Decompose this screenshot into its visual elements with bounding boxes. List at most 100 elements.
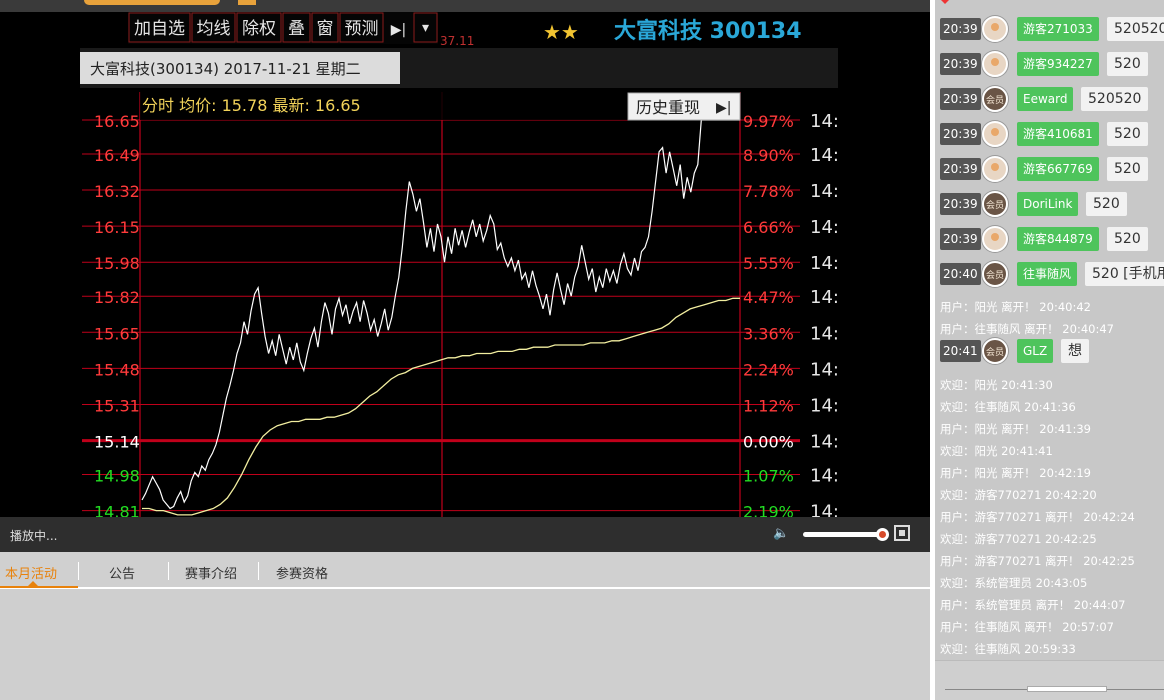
top-bar <box>0 0 930 12</box>
message-bubble: 520520 <box>1107 17 1164 41</box>
message-time: 20:39 <box>940 88 981 110</box>
time-axis-tick: 14: <box>810 432 839 453</box>
caret-icon <box>941 0 949 4</box>
dropdown-icon[interactable]: ▾ <box>422 20 429 36</box>
username-badge[interactable]: 往事随风 <box>1017 262 1078 286</box>
system-message: 用户：往事随风 离开！ 20:40:47 <box>940 322 1114 336</box>
forward-icon[interactable]: ▶| <box>391 22 406 38</box>
volume-icon[interactable]: 🔈 <box>773 526 793 544</box>
player-controls: 播放中... 🔈 <box>0 517 930 552</box>
playback-status: 播放中... <box>10 529 58 543</box>
system-message: 欢迎：往事随风 20:59:33 <box>940 642 1076 656</box>
system-message: 欢迎：阳光 20:41:30 <box>940 378 1053 392</box>
system-message: 欢迎：系统管理员 20:43:05 <box>940 576 1088 590</box>
left-axis-tick: 15.82 <box>94 288 140 307</box>
right-axis-tick: 2.19% <box>743 503 794 517</box>
left-axis-tick: 15.48 <box>94 360 140 379</box>
left-axis-tick: 15.14 <box>94 433 140 452</box>
chart-header-label: 分时 均价: 15.78 最新: 16.65 <box>142 96 361 115</box>
left-axis-tick: 16.15 <box>94 218 140 237</box>
tab-monthly-activity[interactable]: 本月活动 <box>5 563 57 582</box>
message-bubble: 520 <box>1107 157 1148 181</box>
tab-divider <box>78 562 79 580</box>
toolbar-button-1[interactable]: 均线 <box>197 19 231 39</box>
toolbar-button-4[interactable]: 窗 <box>317 19 334 39</box>
member-avatar-icon[interactable]: 会员 <box>982 338 1008 364</box>
tab-divider <box>168 562 169 580</box>
message-bubble: 520 <box>1107 227 1148 251</box>
replay-icon[interactable]: ▶| <box>716 100 731 116</box>
toolbar-button-3[interactable]: 叠 <box>288 19 305 39</box>
right-axis-tick: 0.00% <box>743 433 794 452</box>
member-avatar-icon[interactable]: 会员 <box>982 191 1008 217</box>
left-axis-tick: 14.98 <box>94 467 140 486</box>
system-message: 用户：系统管理员 离开！ 20:44:07 <box>940 598 1126 612</box>
guest-avatar-icon[interactable] <box>982 156 1008 182</box>
message-time: 20:39 <box>940 123 981 145</box>
message-time: 20:39 <box>940 228 981 250</box>
tab-event-intro[interactable]: 赛事介绍 <box>185 563 237 582</box>
message-bubble: 想 <box>1061 339 1089 363</box>
chart-lines <box>141 119 740 516</box>
system-message: 用户：阳光 离开！ 20:40:42 <box>940 300 1091 314</box>
username-badge[interactable]: 游客934227 <box>1017 52 1099 76</box>
message-time: 20:39 <box>940 18 981 40</box>
member-badge: 会员 <box>985 271 1004 281</box>
replay-button-label[interactable]: 历史重现 <box>636 98 700 117</box>
guest-avatar-icon[interactable] <box>982 51 1008 77</box>
username-badge[interactable]: DoriLink <box>1017 192 1079 216</box>
partial-number: 37.11 <box>440 34 474 48</box>
chart-header: 分时 均价: 15.78 最新: 16.65 历史重现 ▶| <box>140 92 741 121</box>
username-badge[interactable]: 游客844879 <box>1017 227 1099 251</box>
chat-footer-button[interactable] <box>1027 686 1107 692</box>
system-message: 用户：阳光 离开！ 20:41:39 <box>940 422 1091 436</box>
active-tab-indicator <box>0 581 78 588</box>
username-badge[interactable]: GLZ <box>1017 339 1054 363</box>
toolbar-button-2[interactable]: 除权 <box>242 19 276 39</box>
left-axis-tick: 16.32 <box>94 182 140 201</box>
time-axis-tick: 14: <box>810 217 839 238</box>
average-line <box>142 297 740 516</box>
message-time: 20:41 <box>940 340 981 362</box>
message-bubble: 520 <box>1086 192 1127 216</box>
system-message: 用户：往事随风 离开！ 20:57:07 <box>940 620 1114 634</box>
right-axis-tick: 3.36% <box>743 324 794 343</box>
chart-grid <box>82 92 800 517</box>
live-stream-page: 加自选 均线 除权叠窗预测 ▶| ▾ 37.11 ★★ 大富科技 300134 大富科技(30… <box>0 0 1164 700</box>
username-badge[interactable]: Eeward <box>1017 87 1074 111</box>
volume-slider[interactable] <box>803 532 883 537</box>
right-axis-tick: 1.12% <box>743 396 794 415</box>
time-axis-tick: 14: <box>810 395 839 416</box>
right-axis-tick: 4.47% <box>743 288 794 307</box>
guest-avatar-icon[interactable] <box>982 16 1008 42</box>
toolbar-button-5[interactable]: 预测 <box>345 19 379 39</box>
member-avatar-icon[interactable]: 会员 <box>982 86 1008 112</box>
tab-announcement[interactable]: 公告 <box>109 563 135 582</box>
left-axis-tick: 16.49 <box>94 146 140 165</box>
fullscreen-icon[interactable] <box>894 525 910 541</box>
member-avatar-icon[interactable]: 会员 <box>982 261 1008 287</box>
username-badge[interactable]: 游客410681 <box>1017 122 1099 146</box>
volume-slider-knob[interactable] <box>876 528 889 541</box>
message-time: 20:39 <box>940 158 981 180</box>
member-badge: 会员 <box>985 201 1004 211</box>
username-badge[interactable]: 游客271033 <box>1017 17 1099 41</box>
chart-info-bar: 大富科技(300134) 2017-11-21 星期二 <box>80 48 838 88</box>
system-message: 欢迎：游客770271 20:42:25 <box>940 532 1097 546</box>
message-time: 20:40 <box>940 263 981 285</box>
guest-avatar-icon[interactable] <box>982 226 1008 252</box>
time-axis-tick: 14: <box>810 323 839 344</box>
tab-eligibility[interactable]: 参赛资格 <box>276 563 328 582</box>
tab-divider <box>258 562 259 580</box>
system-message: 用户：阳光 离开！ 20:42:19 <box>940 466 1091 480</box>
username-badge[interactable]: 游客667769 <box>1017 157 1099 181</box>
member-badge: 会员 <box>985 96 1004 106</box>
top-tab-pill[interactable] <box>84 0 220 5</box>
top-tab-square[interactable] <box>238 0 256 5</box>
video-player[interactable]: 加自选 均线 除权叠窗预测 ▶| ▾ 37.11 ★★ 大富科技 300134 大富科技(30… <box>0 12 930 517</box>
guest-avatar-icon[interactable] <box>982 121 1008 147</box>
member-badge: 会员 <box>985 348 1004 358</box>
toolbar-button-0[interactable]: 加自选 <box>134 19 185 39</box>
left-axis-tick: 16.65 <box>94 112 140 131</box>
system-message: 欢迎：游客770271 20:42:20 <box>940 488 1097 502</box>
